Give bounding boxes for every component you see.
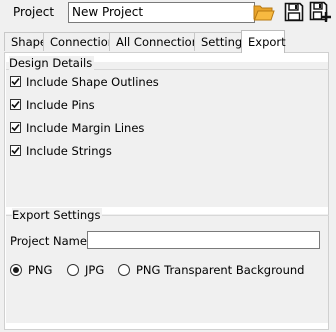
open-button[interactable] [253, 1, 275, 23]
radio-label: PNG [28, 262, 53, 277]
checkbox-label: Include Margin Lines [26, 120, 145, 135]
format-png-radio[interactable]: PNG [10, 262, 52, 277]
save-as-icon [309, 1, 331, 22]
project-name-label: Project Name: [10, 234, 91, 248]
radio-button[interactable] [118, 263, 130, 276]
radio-label: PNG Transparent Background [136, 262, 305, 277]
radio-button[interactable] [67, 263, 79, 276]
radio-button[interactable] [10, 263, 22, 276]
save-icon [284, 2, 304, 22]
radio-label: JPG [85, 262, 105, 277]
include-margin-lines-checkbox[interactable]: Include Margin Lines [10, 120, 144, 135]
checkbox-label: Include Pins [26, 97, 95, 112]
check-icon [11, 77, 20, 86]
checkbox-box[interactable] [10, 122, 21, 133]
export-settings-title: Export Settings [12, 208, 103, 222]
folder-open-icon [253, 5, 275, 21]
include-strings-checkbox[interactable]: Include Strings [10, 143, 112, 158]
checkbox-box[interactable] [10, 99, 21, 110]
design-details-title: Design Details [9, 56, 95, 70]
include-pins-checkbox[interactable]: Include Pins [10, 97, 95, 112]
checkbox-box[interactable] [10, 76, 21, 87]
save-button[interactable] [283, 1, 305, 23]
check-icon [11, 100, 20, 109]
checkbox-box[interactable] [10, 145, 21, 156]
save-as-button[interactable] [309, 1, 331, 23]
format-jpg-radio[interactable]: JPG [67, 262, 104, 277]
export-project-name-input[interactable] [87, 231, 320, 249]
include-shape-outlines-checkbox[interactable]: Include Shape Outlines [10, 74, 159, 89]
check-icon [11, 123, 20, 132]
tab-export[interactable]: Export [241, 30, 286, 53]
checkbox-label: Include Shape Outlines [26, 74, 159, 89]
checkbox-label: Include Strings [26, 143, 112, 158]
check-icon [11, 146, 20, 155]
project-label: Project [13, 5, 55, 19]
format-png-transparent-radio[interactable]: PNG Transparent Background [118, 262, 304, 277]
project-name-field[interactable]: New Project [68, 2, 255, 23]
